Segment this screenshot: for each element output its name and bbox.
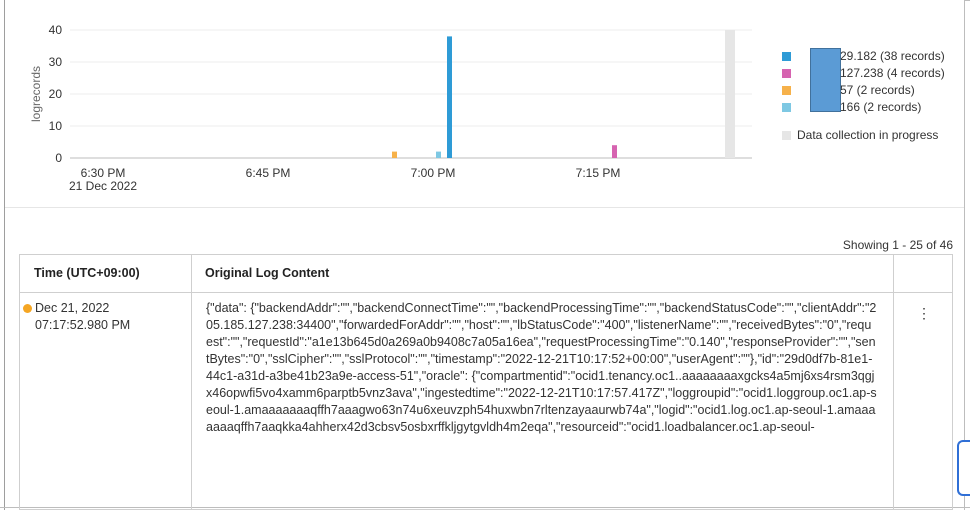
log-results-table: Time (UTC+09:00) Original Log Content De… <box>19 254 953 510</box>
legend-label: 127.238 (4 records) <box>840 66 945 80</box>
x-tick-label: 6:45 PM <box>246 166 291 180</box>
legend-item[interactable]: 166 (2 records) <box>780 99 950 116</box>
chart-axes: 0 10 20 30 40 logrecords 6:30 PM21 Dec 2022 6:4… <box>29 23 620 193</box>
y-tick-label: 40 <box>49 23 63 37</box>
column-header-time[interactable]: Time (UTC+09:00) <box>34 255 140 292</box>
legend-progress-label: Data collection in progress <box>797 128 939 142</box>
y-tick-label: 10 <box>49 119 63 133</box>
chart-bar <box>436 151 441 158</box>
legend-swatch <box>782 86 791 95</box>
window-frame-right <box>964 0 965 510</box>
column-separator <box>191 255 192 509</box>
legend-swatch <box>782 69 791 78</box>
section-divider <box>5 207 964 208</box>
histogram-chart: 0 10 20 30 40 logrecords 6:30 PM21 Dec 2022 6:4… <box>29 23 752 193</box>
x-tick-label: 7:15 PM <box>576 166 621 180</box>
legend-label: 166 (2 records) <box>840 100 922 114</box>
row-actions-menu-icon[interactable]: ⋮ <box>916 305 932 321</box>
legend-item[interactable]: 127.238 (4 records) <box>780 65 950 82</box>
chart-bar <box>392 151 397 158</box>
y-axis-label: logrecords <box>29 66 43 122</box>
y-tick-label: 30 <box>49 55 63 69</box>
chart-legend: 29.182 (38 records) 127.238 (4 records) 57… <box>780 48 950 142</box>
row-log-content[interactable]: {"data": {"backendAddr":"","backendConne… <box>206 300 878 436</box>
legend-swatch <box>782 52 791 61</box>
severity-dot <box>23 304 32 313</box>
chart-bar <box>447 36 452 158</box>
chart-bar <box>612 145 617 158</box>
column-header-log-content[interactable]: Original Log Content <box>205 255 329 292</box>
legend-item[interactable]: 57 (2 records) <box>780 82 950 99</box>
x-tick-sublabel: 21 Dec 2022 <box>69 179 137 193</box>
y-tick-label: 0 <box>55 151 62 165</box>
legend-label: 29.182 (38 records) <box>840 49 945 63</box>
legend-redaction-box <box>810 48 841 112</box>
column-separator <box>893 255 894 509</box>
window-frame-top <box>964 0 970 1</box>
legend-label: 57 (2 records) <box>840 83 915 97</box>
legend-item[interactable]: 29.182 (38 records) <box>780 48 950 65</box>
progress-band-bar <box>725 30 735 158</box>
x-tick-label: 7:00 PM <box>411 166 456 180</box>
table-header-row: Time (UTC+09:00) Original Log Content <box>20 255 952 293</box>
legend-progress-swatch <box>782 131 791 140</box>
row-time: 07:17:52.980 PM <box>35 318 131 332</box>
y-tick-label: 20 <box>49 87 63 101</box>
pagination-summary: Showing 1 - 25 of 46 <box>842 238 953 252</box>
legend-swatch <box>782 103 791 112</box>
chart-grid <box>70 29 752 159</box>
row-date: Dec 21, 2022 <box>35 301 110 315</box>
side-panel-handle[interactable] <box>957 440 970 496</box>
x-tick-label: 6:30 PM <box>81 166 126 180</box>
